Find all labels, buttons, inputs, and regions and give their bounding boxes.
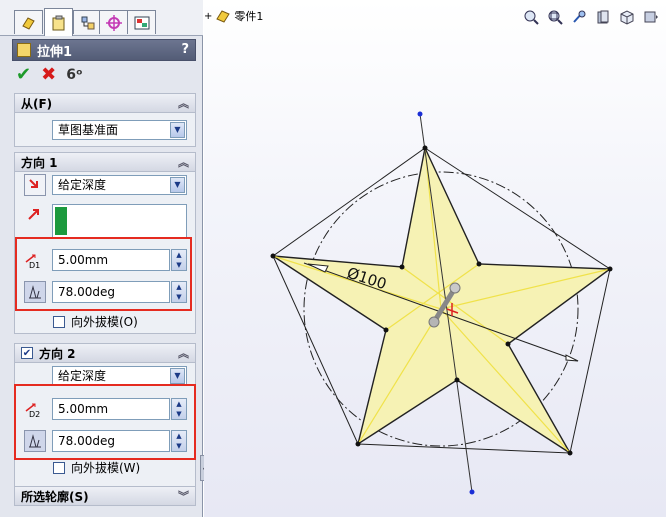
display-manager-icon: [134, 16, 149, 29]
draft-outward-checkbox[interactable]: [53, 461, 65, 474]
direction2-end-condition-select[interactable]: 给定深度 ▼: [52, 366, 187, 386]
from-group-header[interactable]: 从(F) ︽: [14, 93, 196, 113]
direction1-header-label: 方向 1: [21, 155, 58, 170]
reverse-direction1-button[interactable]: [24, 174, 46, 196]
property-manager-panel: 拉伸1 ? ✔ ✖ 6ᵒ 从(F) ︽ 草图基准面 ▼ 方向 1 ︽ 给定深度 …: [0, 0, 203, 517]
direction1-vector-selection-box[interactable]: [52, 204, 187, 238]
dimension-arrow-right: [565, 354, 579, 362]
draft-outward-checkbox[interactable]: [53, 315, 65, 328]
configuration-icon: [81, 16, 94, 29]
tab-dimxpert-manager[interactable]: [99, 10, 128, 34]
axis-endpoint-bottom[interactable]: [469, 489, 475, 495]
direction2-enable-checkbox[interactable]: ✔: [21, 347, 33, 359]
selected-contours-header[interactable]: 所选轮廓(S) ︾: [14, 486, 196, 506]
sketch-canvas[interactable]: Ø100: [204, 0, 666, 517]
direction2-draft-outward-option[interactable]: 向外拔模(W): [53, 459, 140, 476]
from-condition-select[interactable]: 草图基准面 ▼: [52, 120, 187, 140]
direction1-end-condition-select[interactable]: 给定深度 ▼: [52, 175, 187, 195]
cancel-x-icon[interactable]: ✖: [41, 66, 56, 84]
tab-property-manager[interactable]: [44, 8, 73, 36]
crosshair-icon: [105, 14, 122, 31]
tab-display-manager[interactable]: [127, 10, 156, 34]
collapse-chevron-icon[interactable]: ︽: [178, 345, 189, 361]
selected-contours-label: 所选轮廓(S): [21, 489, 89, 504]
direction1-group-header[interactable]: 方向 1 ︽: [14, 152, 196, 172]
tab-feature-manager[interactable]: [14, 10, 43, 34]
tab-configuration-manager[interactable]: [73, 10, 102, 34]
highlight-box-direction2: [14, 384, 196, 460]
extrude-feature-icon: [17, 43, 31, 57]
expand-chevron-icon[interactable]: ︾: [178, 488, 189, 504]
draft-outward-label: 向外拔模(W): [71, 461, 141, 475]
chevron-down-icon[interactable]: ▼: [170, 122, 185, 138]
feature-tree-icon: [21, 16, 35, 30]
help-button[interactable]: ?: [181, 42, 189, 57]
collapse-chevron-icon[interactable]: ︽: [178, 95, 189, 111]
preview-glasses-icon[interactable]: 6ᵒ: [66, 66, 83, 84]
feature-title-bar: 拉伸1 ?: [12, 39, 196, 61]
draft-outward-label: 向外拔模(O): [71, 315, 138, 329]
direction-vector-icon: [25, 205, 43, 223]
direction2-group-header[interactable]: ✔ 方向 2 ︽: [14, 343, 196, 363]
property-manager-icon: [52, 15, 64, 30]
from-group-body: 草图基准面 ▼: [14, 113, 196, 147]
from-group: 从(F) ︽ 草图基准面 ▼: [14, 93, 196, 147]
direction1-end-condition-value: 给定深度: [58, 178, 107, 192]
manager-tab-bar: [0, 0, 203, 36]
action-buttons: ✔ ✖ 6ᵒ: [16, 66, 83, 84]
selected-contours-group: 所选轮廓(S) ︾: [14, 486, 196, 506]
ok-check-icon[interactable]: ✔: [16, 66, 31, 84]
from-condition-value: 草图基准面: [58, 123, 119, 137]
axis-endpoint-top[interactable]: [417, 111, 423, 117]
from-header-label: 从(F): [21, 96, 53, 111]
direction2-header-label: 方向 2: [39, 346, 76, 361]
highlight-box-direction1: [15, 237, 192, 311]
reverse-direction-icon: [29, 179, 38, 188]
star-profile[interactable]: [272, 145, 613, 454]
feature-title: 拉伸1: [37, 44, 73, 60]
collapse-chevron-icon[interactable]: ︽: [178, 154, 189, 170]
chevron-down-icon[interactable]: ▼: [170, 177, 185, 193]
direction2-end-condition-value: 给定深度: [58, 369, 107, 383]
selection-color-bar: [55, 207, 67, 235]
direction1-draft-outward-option[interactable]: 向外拔模(O): [53, 313, 138, 330]
chevron-down-icon[interactable]: ▼: [170, 368, 185, 384]
